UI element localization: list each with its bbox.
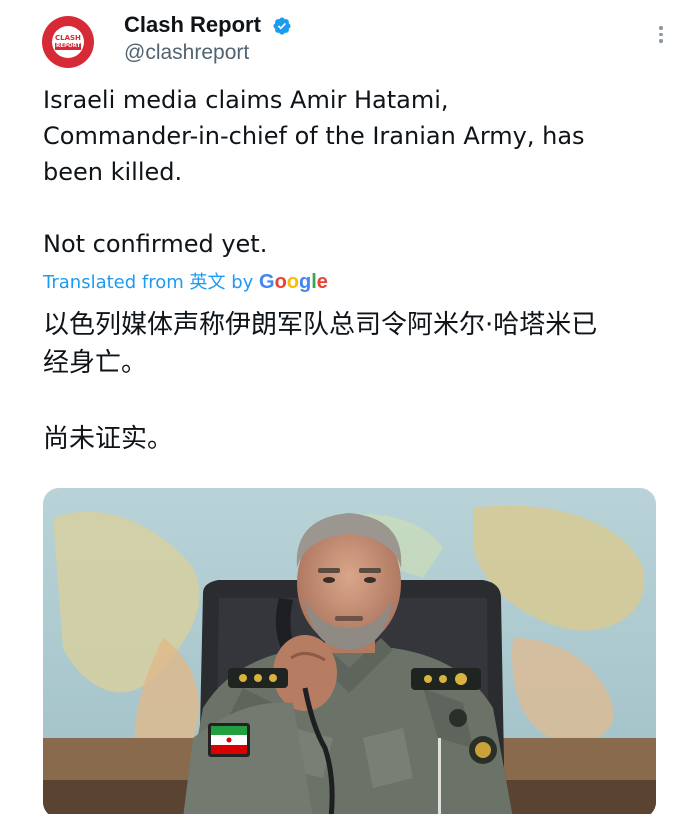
tweet-text: Israeli media claims Amir Hatami, Comman… [43, 86, 585, 258]
translation-attribution[interactable]: Translated from 英文 by Google [43, 268, 328, 294]
avatar[interactable]: CLASH REPORT [42, 16, 94, 68]
more-options-icon[interactable] [656, 26, 666, 46]
avatar-logo-text-bottom: REPORT [55, 43, 81, 50]
translated-text: 以色列媒体声称伊朗军队总司令阿米尔·哈塔米已 经身亡。 尚未证实。 [43, 310, 598, 454]
tweet-photo[interactable] [43, 488, 656, 814]
avatar-logo-background [52, 26, 84, 58]
google-logo: Google [259, 271, 328, 293]
author-handle[interactable]: @clashreport [124, 41, 249, 65]
translation-prefix: Translated from 英文 by [43, 272, 260, 293]
verified-badge-icon [273, 17, 291, 35]
author-display-name[interactable]: Clash Report [124, 12, 261, 38]
photo-illustration [43, 488, 656, 814]
avatar-logo-text-top: CLASH [55, 34, 81, 42]
